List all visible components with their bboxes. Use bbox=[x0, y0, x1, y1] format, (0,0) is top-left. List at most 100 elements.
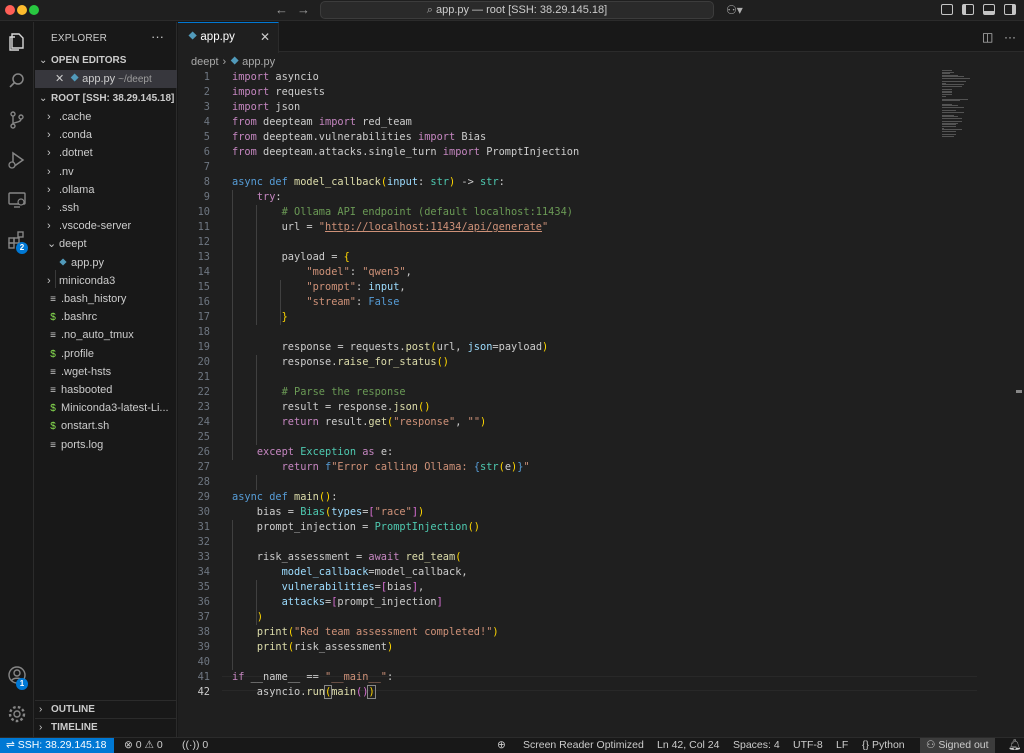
more-actions-icon[interactable]: ··· bbox=[151, 29, 164, 44]
braces-icon: {} bbox=[862, 739, 870, 751]
minimap[interactable] bbox=[942, 70, 976, 140]
code-line: import json bbox=[232, 101, 301, 113]
chevron-right-icon: › bbox=[47, 147, 51, 160]
open-editors-section[interactable]: ⌄ OPEN EDITORS bbox=[35, 52, 177, 70]
line-number: 30 bbox=[197, 506, 210, 518]
tree-item[interactable]: $ onstart.sh bbox=[35, 417, 177, 435]
cursor-position[interactable]: Ln 42, Col 24 bbox=[657, 738, 719, 753]
tree-item[interactable]: ≡ hasbooted bbox=[35, 381, 177, 399]
root-folder-section[interactable]: ⌄ ROOT [SSH: 38.29.145.18] bbox=[35, 90, 177, 108]
screen-reader-status[interactable]: Screen Reader Optimized bbox=[523, 738, 644, 753]
code-line: "model": "qwen3", bbox=[306, 266, 412, 278]
line-number: 6 bbox=[203, 146, 210, 158]
back-arrow-icon[interactable]: ← bbox=[275, 2, 288, 17]
tab-app-py[interactable]: ⯁ app.py ✕ bbox=[178, 22, 279, 53]
chevron-down-icon: ⌄ bbox=[39, 93, 48, 104]
command-center-search[interactable]: ⌕ app.py — root [SSH: 38.29.145.18] bbox=[320, 1, 714, 19]
line-number: 15 bbox=[197, 281, 210, 293]
breadcrumb-folder[interactable]: deept bbox=[191, 56, 219, 68]
accounts-badge: 1 bbox=[16, 678, 28, 690]
tree-item[interactable]: ≡ ports.log bbox=[35, 436, 177, 454]
copilot-icon[interactable]: ⚇▾ bbox=[726, 3, 743, 17]
eol-status[interactable]: LF bbox=[836, 738, 848, 753]
more-actions-icon[interactable]: ··· bbox=[1004, 30, 1016, 44]
remote-explorer-icon[interactable] bbox=[6, 190, 28, 212]
encoding-status[interactable]: UTF-8 bbox=[793, 738, 823, 753]
chevron-right-icon: › bbox=[47, 129, 51, 142]
python-file-icon: ⯁ bbox=[59, 257, 67, 269]
line-number: 39 bbox=[197, 641, 210, 653]
source-control-icon[interactable] bbox=[6, 110, 28, 132]
python-file-icon: ⯁ bbox=[70, 73, 80, 85]
minimize-window-button[interactable] bbox=[17, 5, 27, 15]
search-icon[interactable] bbox=[6, 71, 28, 93]
close-icon[interactable]: ✕ bbox=[55, 73, 64, 85]
line-number: 2 bbox=[203, 86, 210, 98]
line-number: 20 bbox=[197, 356, 210, 368]
tree-item[interactable]: ≡ .bash_history bbox=[35, 290, 177, 308]
minimap-line bbox=[942, 95, 946, 97]
tree-item[interactable]: $ .bashrc bbox=[35, 308, 177, 326]
indentation-status[interactable]: Spaces: 4 bbox=[733, 738, 780, 753]
tree-item[interactable]: ⯁ app.py bbox=[35, 254, 177, 272]
gear-icon[interactable] bbox=[6, 704, 28, 726]
tree-item[interactable]: › .ollama bbox=[35, 181, 177, 199]
tree-item[interactable]: › .cache bbox=[35, 108, 177, 126]
chevron-right-icon: › bbox=[47, 274, 51, 287]
python-file-icon: ⯁ bbox=[230, 56, 240, 68]
python-file-icon: ⯁ bbox=[188, 31, 198, 43]
customize-layout-icon[interactable] bbox=[941, 4, 953, 15]
close-window-button[interactable] bbox=[5, 5, 15, 15]
split-editor-icon[interactable]: ◫ bbox=[982, 30, 993, 44]
maximize-window-button[interactable] bbox=[29, 5, 39, 15]
tree-item[interactable]: › .ssh bbox=[35, 199, 177, 217]
extensions-badge: 2 bbox=[16, 242, 28, 254]
code-line: # Parse the response bbox=[281, 386, 406, 398]
toggle-secondary-sidebar-icon[interactable] bbox=[1004, 4, 1016, 15]
tree-item[interactable]: › .conda bbox=[35, 126, 177, 144]
problems-indicator[interactable]: ⊗ 0 ⚠ 0 bbox=[124, 738, 163, 753]
toggle-primary-sidebar-icon[interactable] bbox=[962, 4, 974, 15]
language-mode[interactable]: {} Python bbox=[862, 738, 905, 753]
tree-item[interactable]: $ .profile bbox=[35, 345, 177, 363]
code-line: model_callback=model_callback, bbox=[281, 566, 468, 578]
line-number: 14 bbox=[197, 266, 210, 278]
ports-indicator[interactable]: ((·)) 0 bbox=[182, 738, 208, 753]
tree-item[interactable]: $ Miniconda3-latest-Li... bbox=[35, 399, 177, 417]
code-line: attacks=[prompt_injection] bbox=[281, 596, 443, 608]
minimap-line bbox=[942, 130, 956, 132]
code-line: response = requests.post(url, json=paylo… bbox=[232, 341, 549, 353]
run-debug-icon[interactable] bbox=[6, 150, 28, 172]
scrollbar[interactable] bbox=[1016, 390, 1022, 393]
tree-item[interactable]: ≡ .no_auto_tmux bbox=[35, 326, 177, 344]
chevron-right-icon: › bbox=[47, 202, 51, 214]
code-line: async def main(): bbox=[232, 491, 338, 503]
zoom-icon[interactable]: ⊕ bbox=[497, 738, 506, 753]
tree-item[interactable]: › .dotnet bbox=[35, 144, 177, 162]
code-line: url = "http://localhost:11434/api/genera… bbox=[232, 221, 549, 233]
remote-indicator[interactable]: ⇌ SSH: 38.29.145.18 bbox=[0, 738, 115, 753]
tree-item[interactable]: › miniconda3 bbox=[35, 272, 177, 290]
close-tab-icon[interactable]: ✕ bbox=[260, 23, 270, 52]
notifications-bell-icon[interactable]: 🔔︎ bbox=[1008, 738, 1021, 753]
chevron-right-icon: › bbox=[222, 56, 227, 68]
line-number: 24 bbox=[197, 416, 210, 428]
tree-item[interactable]: › .vscode-server bbox=[35, 217, 177, 235]
tree-item[interactable]: › .nv bbox=[35, 163, 177, 181]
line-number: 28 bbox=[197, 476, 210, 488]
explorer-icon[interactable] bbox=[6, 32, 28, 54]
account-status[interactable]: ⚇ Signed out bbox=[920, 738, 995, 753]
timeline-section[interactable]: › TIMELINE bbox=[35, 718, 177, 736]
toggle-panel-icon[interactable] bbox=[983, 4, 995, 15]
outline-section[interactable]: › OUTLINE bbox=[35, 700, 177, 718]
minimap-line bbox=[942, 106, 964, 108]
shell-file-icon: $ bbox=[50, 312, 56, 324]
open-editor-item[interactable]: ✕ ⯁ app.py ~/deept bbox=[35, 70, 177, 88]
code-line: asyncio.run(main()) bbox=[232, 685, 376, 699]
breadcrumb-file[interactable]: app.py bbox=[242, 56, 275, 68]
tree-item[interactable]: ≡ .wget-hsts bbox=[35, 363, 177, 381]
shell-file-icon: $ bbox=[50, 348, 56, 360]
tree-item[interactable]: ⌄ deept bbox=[35, 235, 177, 253]
forward-arrow-icon[interactable]: → bbox=[297, 2, 310, 17]
title-bar: ← → ⌕ app.py — root [SSH: 38.29.145.18] ⚇… bbox=[0, 0, 1024, 21]
